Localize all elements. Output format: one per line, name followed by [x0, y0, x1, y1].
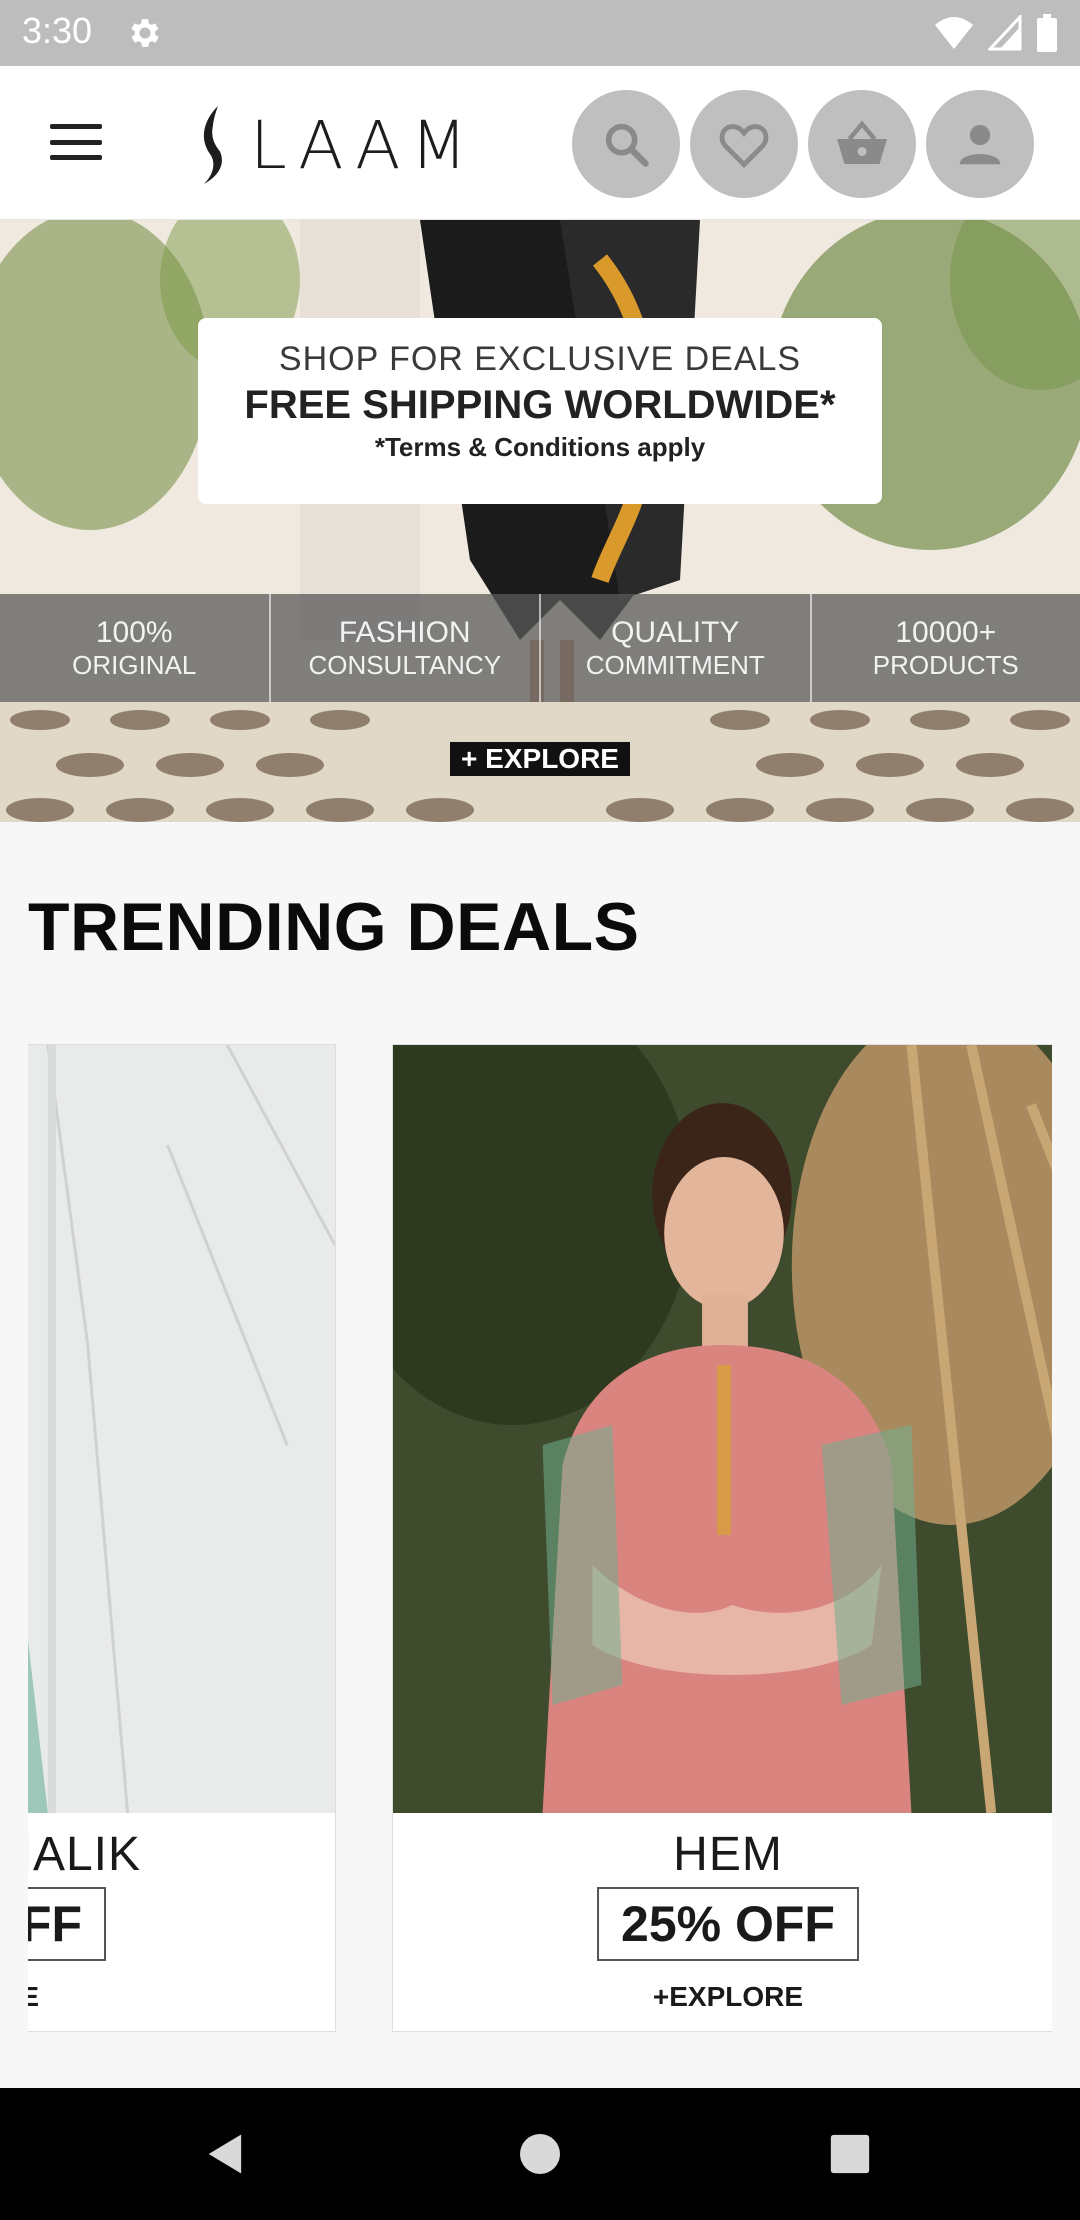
feature-line2: CONSULTANCY: [308, 650, 502, 680]
recents-icon: [830, 2134, 870, 2174]
promo-terms: *Terms & Conditions apply: [374, 432, 706, 462]
basket-icon: [837, 120, 887, 164]
menu-icon-bar: [50, 155, 102, 160]
deal-card[interactable]: HEM 25% OFF +EXPLORE: [392, 1044, 1052, 2032]
deal-card[interactable]: MALIK FF E: [28, 1044, 336, 2032]
deal-brand: MALIK: [28, 1828, 141, 1881]
feature-products: 10000+ PRODUCTS: [812, 594, 1080, 702]
app-header: LAAM: [0, 66, 1080, 220]
heart-icon: [719, 124, 769, 168]
recents-button[interactable]: [820, 2124, 880, 2184]
deal-discount: 25% OFF: [597, 1887, 859, 1961]
back-icon: [208, 2134, 242, 2174]
logo-text: LAAM: [250, 106, 478, 184]
section-title: TRENDING DEALS: [28, 889, 640, 965]
feature-line1: QUALITY: [611, 616, 740, 649]
status-icons: [934, 12, 1058, 54]
screen: 3:30 LAAM SHOP FOR EXCLUSIVE DEALS FREE …: [0, 0, 1080, 2220]
promo-shipping: FREE SHIPPING WORLDWIDE*: [244, 383, 836, 427]
deal-brand: HEM: [673, 1828, 783, 1881]
system-nav-bar: [0, 2088, 1080, 2220]
deal-discount: FF: [28, 1887, 106, 1961]
deal-explore-link[interactable]: +EXPLORE: [393, 1981, 1052, 2013]
deal-image: [393, 1045, 1052, 1813]
feature-consultancy: FASHION CONSULTANCY: [271, 594, 541, 702]
banner-explore-button[interactable]: + EXPLORE: [450, 742, 630, 776]
home-button[interactable]: [510, 2124, 570, 2184]
promo-headline: SHOP FOR EXCLUSIVE DEALS: [278, 340, 802, 378]
back-button[interactable]: [196, 2124, 256, 2184]
laam-logo-icon: [203, 106, 222, 184]
wifi-icon: [935, 17, 973, 49]
feature-line2: PRODUCTS: [872, 650, 1019, 680]
settings-icon: [131, 19, 159, 47]
deal-image: [28, 1045, 335, 1813]
cart-button[interactable]: [808, 90, 916, 198]
feature-original: 100% ORIGINAL: [0, 594, 271, 702]
home-icon: [520, 2134, 560, 2174]
hero-banner[interactable]: SHOP FOR EXCLUSIVE DEALS FREE SHIPPING W…: [0, 220, 1080, 822]
features-strip: 100% ORIGINAL FASHION CONSULTANCY QUALIT…: [0, 594, 1080, 702]
wishlist-button[interactable]: [690, 90, 798, 198]
feature-quality: QUALITY COMMITMENT: [541, 594, 812, 702]
deal-explore-link[interactable]: E: [28, 1981, 335, 2013]
signal-icon: [988, 15, 1022, 51]
promo-box: SHOP FOR EXCLUSIVE DEALS FREE SHIPPING W…: [198, 318, 882, 504]
status-bar: 3:30: [0, 0, 1080, 66]
feature-line2: ORIGINAL: [72, 650, 197, 680]
account-icon: [959, 124, 1001, 165]
status-time: 3:30: [22, 10, 93, 51]
logo[interactable]: LAAM: [196, 100, 477, 190]
feature-line1: FASHION: [338, 616, 471, 649]
account-button[interactable]: [926, 90, 1034, 198]
menu-icon-bar: [50, 139, 102, 145]
feature-line2: COMMITMENT: [585, 650, 765, 680]
feature-line1: 100%: [95, 616, 173, 649]
menu-icon-bar: [50, 124, 102, 129]
menu-button[interactable]: [40, 116, 112, 168]
search-icon: [605, 123, 649, 167]
trending-deals-carousel[interactable]: MALIK FF E HEM 25% OFF +EXPLORE: [28, 1044, 1052, 2034]
battery-icon: [1037, 14, 1057, 52]
feature-line1: 10000+: [895, 616, 997, 649]
search-button[interactable]: [572, 90, 680, 198]
banner-photo: [0, 220, 1080, 822]
